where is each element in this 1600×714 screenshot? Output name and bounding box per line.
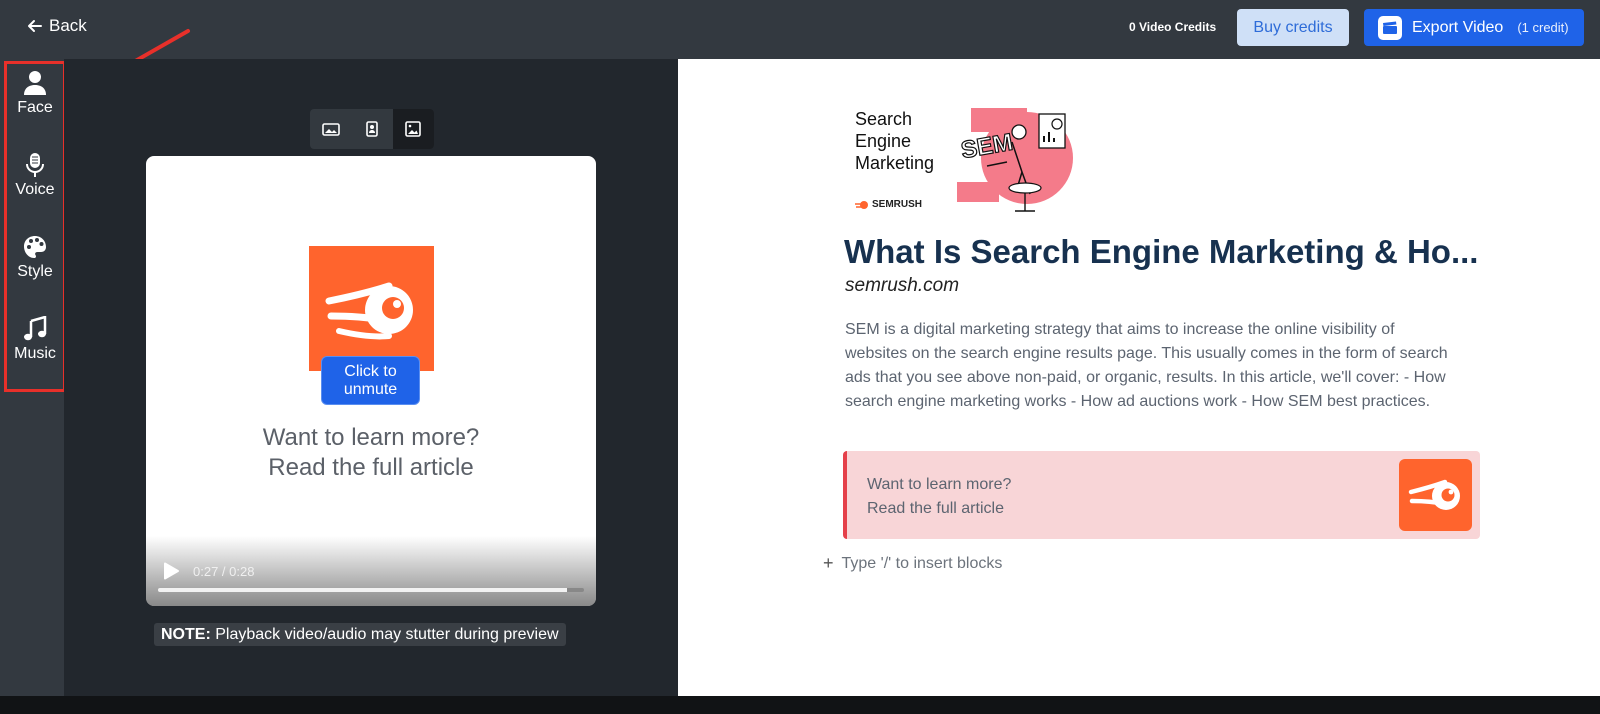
square-view-button[interactable] [392,109,434,149]
article-title[interactable]: What Is Search Engine Marketing & Ho... [844,233,1478,271]
export-cost-label: (1 credit) [1517,20,1569,35]
aspect-ratio-toggle [310,109,434,149]
insert-block-input[interactable]: + Type '/' to insert blocks [823,554,1003,573]
video-preview[interactable]: Click to unmute Want to learn more? Read… [146,156,596,606]
video-time: 0:27 / 0:28 [193,564,255,579]
thumbnail-line-2: Engine [855,131,912,151]
playback-note: NOTE: Playback video/audio may stutter d… [154,623,566,646]
back-button[interactable]: Back [27,16,87,36]
portrait-image-icon [366,121,378,137]
landscape-image-icon [321,123,340,136]
highlight-box [4,61,66,392]
arrow-left-icon [28,20,42,32]
callout-text: Want to learn more? Read the full articl… [867,473,1011,521]
export-video-button[interactable]: Export Video (1 credit) [1364,9,1584,46]
video-cta-text: Want to learn more? Read the full articl… [146,423,596,483]
buy-credits-label: Buy credits [1253,18,1333,36]
note-label: NOTE: [161,626,211,643]
semrush-brand-label: SEMRUSH [872,199,923,210]
insert-block-placeholder: Type '/' to insert blocks [841,555,1003,572]
article-domain[interactable]: semrush.com [845,275,959,297]
plus-icon[interactable]: + [823,554,834,573]
article-description[interactable]: SEM is a digital marketing strategy that… [845,318,1460,414]
video-credits-count: 0 Video Credits [1129,20,1217,34]
cta-line-1: Want to learn more? [262,424,480,451]
landscape-view-button[interactable] [310,109,351,149]
play-icon[interactable] [162,562,180,580]
cta-line-2: Read the full article [268,454,474,481]
article-thumbnail[interactable]: Search Engine Marketing SEMRUSH SEM [847,102,1079,216]
semrush-small-icon [855,200,868,209]
semrush-callout-logo-icon [1399,459,1472,531]
thumbnail-line-1: Search [855,109,913,129]
sem-illustration-icon: SEM [957,108,1073,212]
unmute-label-line2: unmute [343,381,398,398]
buy-credits-button[interactable]: Buy credits [1237,9,1349,46]
callout-line-2: Read the full article [867,500,1004,517]
semrush-logo-icon [309,246,434,371]
cta-callout-block[interactable]: Want to learn more? Read the full articl… [843,451,1480,539]
thumbnail-line-3: Marketing [855,153,935,173]
bottom-strip [0,696,1600,714]
click-to-unmute-button[interactable]: Click to unmute [321,356,420,405]
square-image-icon [405,121,422,137]
back-label: Back [49,16,87,35]
portrait-view-button[interactable] [351,109,392,149]
callout-line-1: Want to learn more? [867,476,1012,493]
thumbnail-title: Search Engine Marketing [855,108,934,174]
unmute-label-line1: Click to [344,363,397,380]
video-controls: 0:27 / 0:28 [146,536,596,606]
note-text: Playback video/audio may stutter during … [210,626,559,643]
export-video-label: Export Video [1412,18,1504,36]
top-bar: Back 0 Video Credits Buy credits Export … [0,0,1600,59]
clapperboard-icon [1378,15,1402,40]
video-progress-bar[interactable] [158,588,584,592]
semrush-wordmark: SEMRUSH [855,199,922,210]
